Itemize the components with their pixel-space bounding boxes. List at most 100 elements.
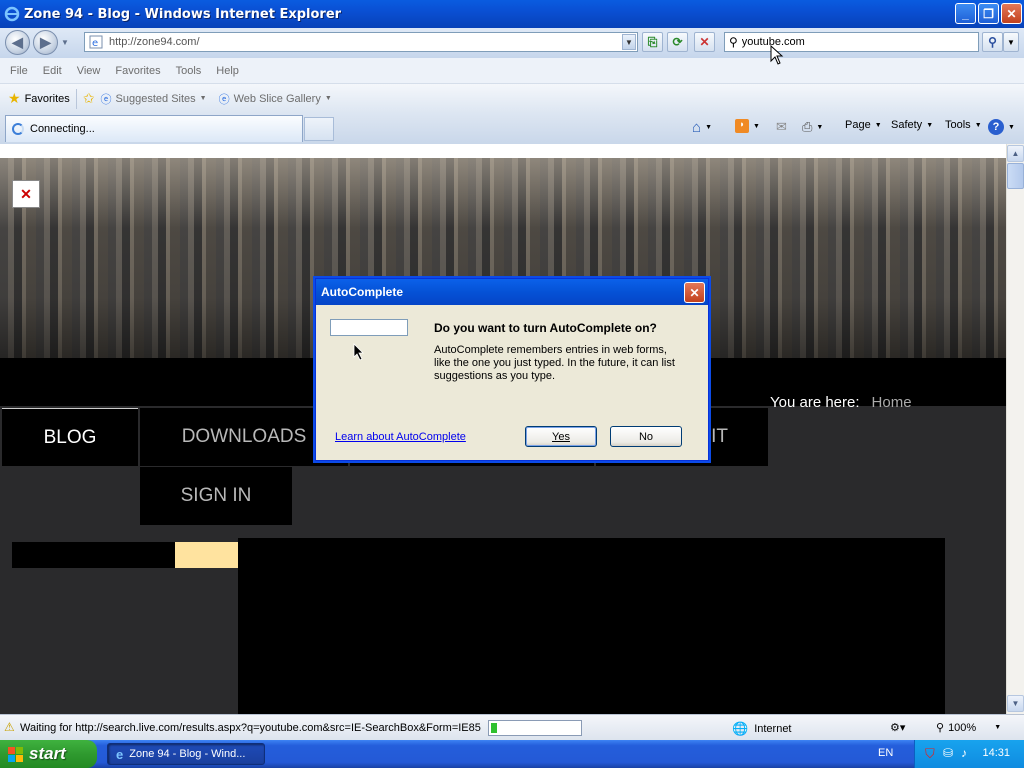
clock[interactable]: 14:31 bbox=[982, 747, 1010, 759]
dialog-description-line: like the one you just typed. In the futu… bbox=[434, 357, 675, 369]
taskbar-item-ie[interactable]: e Zone 94 - Blog - Wind... bbox=[107, 743, 265, 765]
tab-current[interactable]: Connecting... bbox=[5, 115, 303, 142]
breadcrumb: You are here: Home bbox=[770, 394, 912, 411]
address-bar[interactable]: e ▼ bbox=[84, 32, 638, 52]
dialog-description-line: suggestions as you type. bbox=[434, 370, 556, 382]
site-nav-downloads-label: DOWNLOADS bbox=[181, 426, 307, 447]
safety-menu[interactable]: Safety ▼ bbox=[891, 119, 933, 131]
help-icon: ? bbox=[988, 119, 1004, 135]
tab-label: Connecting... bbox=[30, 123, 95, 135]
home-icon: ⌂ bbox=[692, 119, 702, 136]
chevron-down-icon: ▼ bbox=[926, 121, 934, 129]
menu-view[interactable]: View bbox=[77, 65, 101, 77]
menu-file[interactable]: File bbox=[10, 65, 28, 77]
help-button[interactable]: ? ▼ bbox=[988, 119, 1015, 135]
security-shield-icon[interactable]: ⛉ bbox=[925, 746, 935, 762]
restore-button[interactable]: ❐ bbox=[978, 3, 999, 24]
vertical-scrollbar[interactable]: ▲ ▼ bbox=[1006, 144, 1024, 714]
address-input[interactable] bbox=[109, 34, 637, 50]
dialog-titlebar: AutoComplete bbox=[316, 279, 708, 305]
compatibility-view-button[interactable]: ⎘ bbox=[642, 32, 663, 52]
volume-icon[interactable]: ♪ bbox=[961, 746, 967, 760]
no-button[interactable]: No bbox=[610, 426, 682, 447]
page-icon: e bbox=[89, 35, 103, 49]
chevron-down-icon: ▼ bbox=[974, 121, 982, 129]
page-menu[interactable]: Page ▼ bbox=[845, 119, 882, 131]
breadcrumb-home-link[interactable]: Home bbox=[872, 394, 912, 411]
svg-text:e: e bbox=[92, 38, 98, 49]
new-tab-button[interactable] bbox=[304, 117, 334, 141]
site-nav-partial-label: IT bbox=[711, 426, 728, 447]
ie-page-icon: ⓔ bbox=[100, 93, 112, 106]
warning-icon: ⚠ bbox=[4, 720, 15, 734]
language-indicator[interactable]: EN bbox=[878, 747, 893, 759]
menu-tools[interactable]: Tools bbox=[176, 65, 202, 77]
taskbar: start e Zone 94 - Blog - Wind... EN ⛉ ⛁ … bbox=[0, 740, 1024, 768]
dialog-title: AutoComplete bbox=[321, 285, 403, 299]
home-button[interactable]: ⌂ ▼ bbox=[692, 119, 712, 136]
add-favorite-icon: ✩ bbox=[82, 90, 95, 106]
suggested-sites-link[interactable]: ⓔ Suggested Sites ▼ bbox=[101, 91, 207, 107]
tools-menu[interactable]: Tools ▼ bbox=[945, 119, 982, 131]
site-nav-blog-label: BLOG bbox=[43, 426, 97, 448]
stop-button[interactable]: ✕ bbox=[694, 32, 715, 52]
loading-progress-fill bbox=[491, 723, 497, 733]
autocomplete-illustration-field bbox=[330, 319, 408, 336]
rss-icon: ◗ bbox=[735, 119, 749, 133]
system-tray: ⛉ ⛁ ♪ 14:31 bbox=[914, 740, 1024, 768]
safety-menu-label: Safety bbox=[891, 119, 923, 131]
no-button-label: No bbox=[638, 430, 654, 443]
search-provider-icon: ⚲ bbox=[729, 35, 738, 49]
back-button[interactable]: ◀ bbox=[5, 30, 30, 55]
zoom-control[interactable]: ⚲ 100% ▼ bbox=[936, 721, 1002, 735]
loading-spinner-icon bbox=[12, 123, 24, 135]
security-zone-label: Internet bbox=[754, 723, 792, 735]
site-nav-blog[interactable]: BLOG bbox=[2, 408, 138, 466]
web-slice-gallery-link[interactable]: ⓔ Web Slice Gallery ▼ bbox=[219, 91, 332, 107]
security-zone[interactable]: 🌐 Internet bbox=[732, 721, 792, 737]
scroll-down-icon[interactable]: ▼ bbox=[1007, 695, 1024, 712]
web-slice-gallery-label: Web Slice Gallery bbox=[233, 92, 321, 105]
print-button[interactable]: ⎙ ▼ bbox=[802, 119, 823, 135]
dialog-body: Do you want to turn AutoComplete on? Aut… bbox=[316, 305, 708, 460]
scroll-thumb[interactable] bbox=[1007, 163, 1024, 189]
status-text: Waiting for http://search.live.com/resul… bbox=[20, 722, 481, 734]
site-nav-signin[interactable]: SIGN IN bbox=[140, 467, 292, 525]
favorites-button[interactable]: ★ Favorites bbox=[8, 90, 70, 107]
status-bar: ⚠ Waiting for http://search.live.com/res… bbox=[0, 714, 1024, 740]
history-dropdown-icon[interactable]: ▼ bbox=[61, 38, 69, 47]
chevron-down-icon: ▼ bbox=[994, 724, 1002, 731]
zoom-level: 100% bbox=[948, 721, 977, 734]
start-label: start bbox=[29, 744, 66, 763]
search-button[interactable]: ⚲ bbox=[982, 32, 1003, 52]
menu-favorites[interactable]: Favorites bbox=[115, 65, 160, 77]
site-nav-signin-label: SIGN IN bbox=[180, 485, 252, 506]
page-menu-label: Page bbox=[845, 119, 871, 131]
search-box[interactable]: ⚲ bbox=[724, 32, 979, 52]
add-to-favorites-bar-button[interactable]: ✩ bbox=[83, 90, 95, 107]
start-button[interactable]: start bbox=[0, 740, 97, 768]
scroll-up-icon[interactable]: ▲ bbox=[1007, 145, 1024, 162]
menu-edit[interactable]: Edit bbox=[43, 65, 62, 77]
protected-mode-icon[interactable]: ⚙▾ bbox=[890, 721, 905, 734]
read-mail-button[interactable]: ✉ bbox=[776, 119, 787, 135]
minimize-button[interactable]: _ bbox=[955, 3, 976, 24]
ie-logo-icon bbox=[4, 6, 20, 22]
refresh-button[interactable]: ⟳ bbox=[667, 32, 688, 52]
learn-about-autocomplete-link[interactable]: Learn about AutoComplete bbox=[335, 431, 466, 443]
menu-help[interactable]: Help bbox=[216, 65, 239, 77]
menu-bar: File Edit View Favorites Tools Help bbox=[0, 58, 1024, 84]
dialog-close-button[interactable]: ✕ bbox=[684, 282, 705, 303]
autocomplete-dialog: AutoComplete ✕ Do you want to turn AutoC… bbox=[315, 278, 709, 461]
ie-logo-icon: e bbox=[116, 746, 124, 762]
search-options-icon[interactable]: ▼ bbox=[1003, 32, 1019, 52]
feeds-button[interactable]: ◗ ▼ bbox=[735, 119, 760, 133]
page-top-strip bbox=[0, 144, 1006, 158]
favorites-bar: ★ Favorites ✩ ⓔ Suggested Sites ▼ ⓔ Web … bbox=[0, 84, 1024, 113]
network-icon[interactable]: ⛁ bbox=[943, 746, 953, 760]
address-toolbar: ◀ ▶ ▼ e ▼ ⎘ ⟳ ✕ ⚲ ⚲ ▼ bbox=[0, 28, 1024, 58]
close-window-button[interactable]: ✕ bbox=[1001, 3, 1022, 24]
address-dropdown-icon[interactable]: ▼ bbox=[622, 34, 636, 50]
forward-button[interactable]: ▶ bbox=[33, 30, 58, 55]
yes-button[interactable]: Yes bbox=[525, 426, 597, 447]
